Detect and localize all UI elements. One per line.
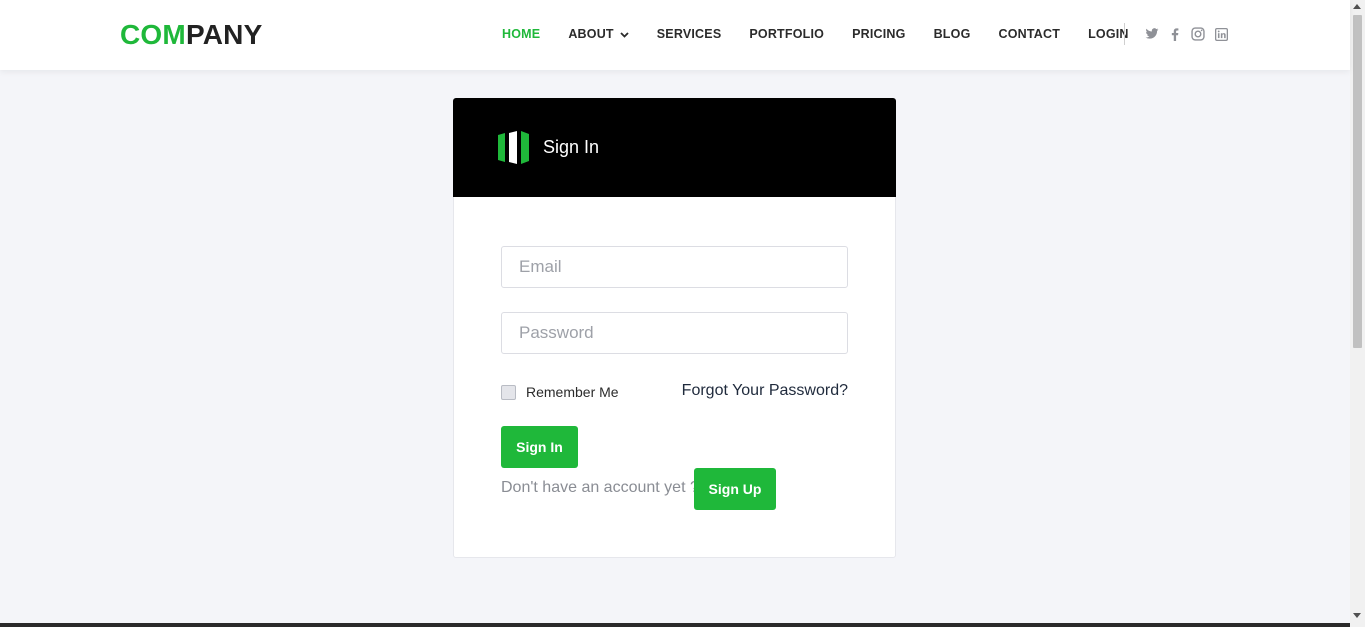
nav-item-pricing[interactable]: PRICING xyxy=(852,27,906,41)
logo-rest-text: PANY xyxy=(185,19,263,50)
sign-in-card: Sign In Remember Me Forgot Your Password… xyxy=(453,98,896,558)
sign-in-card-header: Sign In xyxy=(453,98,896,197)
email-input[interactable] xyxy=(501,246,848,288)
footer-edge xyxy=(0,623,1350,627)
nav-item-services[interactable]: SERVICES xyxy=(657,27,722,41)
linkedin-icon[interactable] xyxy=(1213,26,1229,42)
remember-me-group: Remember Me xyxy=(501,384,619,400)
nav-divider xyxy=(1124,23,1125,45)
facebook-icon[interactable] xyxy=(1167,26,1183,42)
instagram-icon[interactable] xyxy=(1190,26,1206,42)
page-scrollbar[interactable] xyxy=(1350,0,1365,627)
scroll-up-arrow-icon[interactable] xyxy=(1353,4,1361,9)
nav-item-portfolio[interactable]: PORTFOLIO xyxy=(749,27,824,41)
nav-item-home[interactable]: HOME xyxy=(502,27,540,41)
main-nav: HOME ABOUT SERVICES PORTFOLIO PRICING BL… xyxy=(502,27,1157,41)
nav-item-blog[interactable]: BLOG xyxy=(934,27,971,41)
sign-up-button[interactable]: Sign Up xyxy=(694,468,776,510)
site-header: COMPANY HOME ABOUT SERVICES PORTFOLIO PR… xyxy=(0,0,1350,70)
company-logo[interactable]: COMPANY xyxy=(120,19,262,51)
forgot-password-link[interactable]: Forgot Your Password? xyxy=(682,382,848,400)
social-links xyxy=(1144,26,1236,42)
logo-accent-text: COM xyxy=(120,19,186,50)
nav-item-contact[interactable]: CONTACT xyxy=(999,27,1061,41)
remember-me-label[interactable]: Remember Me xyxy=(526,384,619,400)
scroll-down-arrow-icon[interactable] xyxy=(1353,613,1361,618)
chevron-down-icon xyxy=(620,27,629,41)
no-account-text: Don't have an account yet ? xyxy=(501,479,699,496)
password-input[interactable] xyxy=(501,312,848,354)
nav-item-about-label: ABOUT xyxy=(568,27,614,41)
nav-item-login[interactable]: LOGIN xyxy=(1088,27,1129,41)
remember-me-checkbox[interactable] xyxy=(501,384,516,400)
nav-item-about[interactable]: ABOUT xyxy=(568,27,629,41)
scrollbar-thumb[interactable] xyxy=(1353,15,1362,348)
brand-mark-icon xyxy=(498,131,529,169)
twitter-icon[interactable] xyxy=(1144,26,1160,42)
sign-in-button[interactable]: Sign In xyxy=(501,426,578,468)
sign-in-title: Sign In xyxy=(543,137,600,157)
